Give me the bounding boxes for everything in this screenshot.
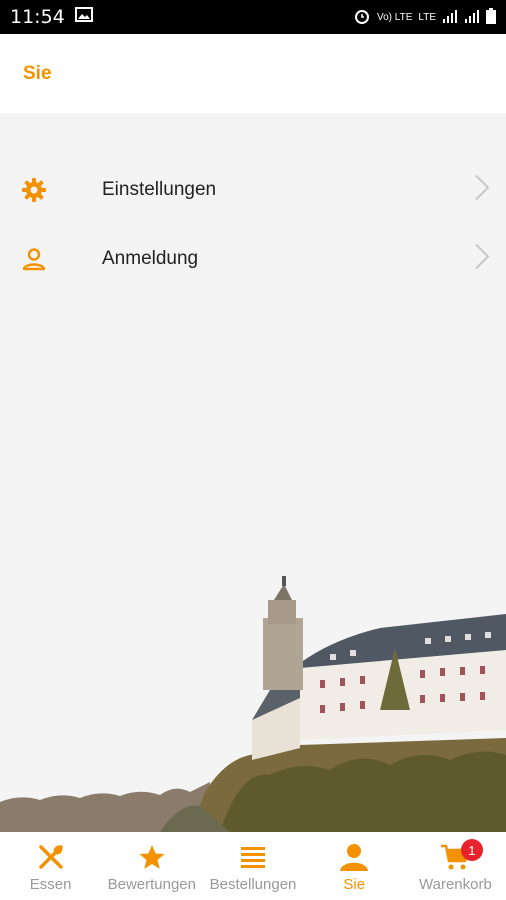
cart-count-badge: 1	[460, 839, 483, 861]
volte-indicator: Vo) LTE	[377, 11, 413, 23]
menu-item-label: Anmeldung	[102, 247, 199, 269]
bottom-tab-bar: Essen Bewertungen Bestellungen Sie 1 War…	[0, 832, 506, 900]
castle-background-image	[0, 570, 506, 832]
alarm-icon	[353, 7, 371, 28]
list-icon	[240, 842, 266, 872]
battery-icon	[486, 7, 496, 27]
signal-icon	[442, 9, 458, 26]
user-icon	[339, 842, 369, 872]
app-header: Sie	[0, 34, 506, 113]
menu-item-label: Einstellungen	[102, 178, 217, 200]
menu-item-einstellungen[interactable]: Einstellungen	[0, 155, 506, 224]
signal-icon-2	[464, 9, 480, 26]
page-title: Sie	[23, 62, 52, 84]
image-notification-icon	[74, 7, 93, 27]
tab-sie[interactable]: Sie	[304, 832, 405, 900]
settings-menu: Einstellungen Anmeldung	[0, 155, 506, 293]
tab-label: Bestellungen	[209, 876, 297, 893]
status-bar: 11:54 Vo) LTE LTE	[0, 0, 506, 34]
lte-indicator: LTE	[418, 11, 436, 23]
tab-bewertungen[interactable]: Bewertungen	[101, 832, 202, 900]
status-time: 11:54	[10, 6, 65, 28]
gear-icon	[21, 177, 47, 203]
cutlery-icon	[37, 842, 65, 872]
star-icon	[138, 842, 166, 872]
tab-bestellungen[interactable]: Bestellungen	[202, 832, 303, 900]
tab-label: Warenkorb	[419, 876, 492, 893]
tab-label: Sie	[343, 876, 366, 893]
person-icon	[21, 246, 47, 272]
tab-warenkorb[interactable]: 1 Warenkorb	[405, 832, 506, 900]
tab-label: Bewertungen	[107, 876, 196, 893]
chevron-right-icon	[474, 173, 490, 206]
chevron-right-icon	[474, 242, 490, 275]
tab-essen[interactable]: Essen	[0, 832, 101, 900]
tab-label: Essen	[29, 876, 72, 893]
menu-item-anmeldung[interactable]: Anmeldung	[0, 224, 506, 293]
